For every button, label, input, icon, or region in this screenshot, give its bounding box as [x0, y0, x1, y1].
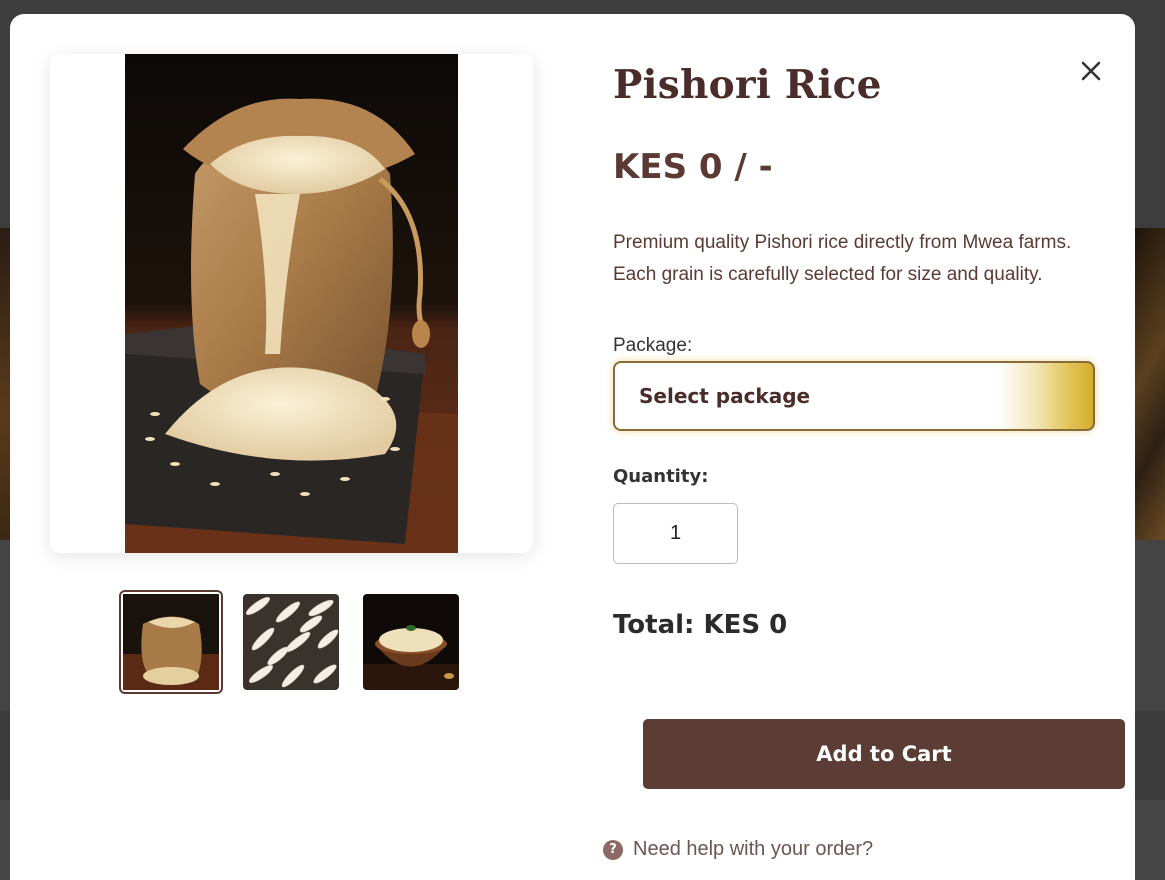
product-price: KES 0 / - — [613, 147, 773, 187]
thumbnail-rice-sack[interactable] — [119, 590, 223, 694]
close-icon — [1081, 61, 1101, 81]
main-product-image — [125, 54, 458, 553]
package-select[interactable]: Select package — [613, 361, 1095, 431]
backdrop-image-right — [1134, 228, 1165, 540]
rice-sack-thumbnail-image — [123, 594, 219, 690]
question-icon: ? — [603, 839, 623, 860]
help-link[interactable]: ? Need help with your order? — [603, 838, 873, 861]
product-modal: Pishori Rice KES 0 / - Premium quality P… — [10, 14, 1135, 880]
product-title: Pishori Rice — [613, 62, 882, 108]
rice-bowl-thumbnail-image — [363, 594, 459, 690]
help-link-label: Need help with your order? — [633, 838, 874, 860]
thumbnail-rice-grains[interactable] — [243, 594, 339, 690]
package-label: Package: — [613, 335, 693, 356]
thumbnail-rice-bowl[interactable] — [363, 594, 459, 690]
close-button[interactable] — [1078, 58, 1104, 84]
quantity-label: Quantity: — [613, 466, 709, 487]
rice-grains-thumbnail-image — [243, 594, 339, 690]
add-to-cart-button[interactable]: Add to Cart — [643, 719, 1125, 789]
main-image-card — [50, 54, 533, 553]
package-select-value: Select package — [639, 384, 811, 408]
order-total: Total: KES 0 — [613, 610, 788, 640]
quantity-input[interactable] — [613, 503, 738, 564]
product-description: Premium quality Pishori rice directly fr… — [613, 232, 1072, 285]
